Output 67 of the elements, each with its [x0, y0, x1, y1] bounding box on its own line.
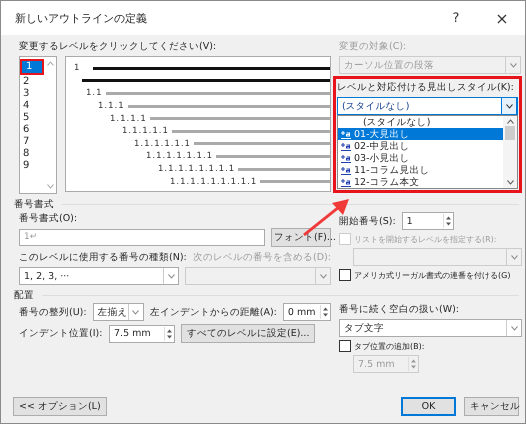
- style-option[interactable]: 02-中見出し: [338, 140, 503, 152]
- preview-number: 1.1.1.1.1.1.1.1.1: [170, 176, 258, 187]
- legal-numbering-checkbox[interactable]: アメリカ式リーガル書式の連番を付ける(G): [339, 269, 522, 281]
- caret-icon: [506, 104, 512, 108]
- preview-number: 1.1.1.1.1.1: [134, 138, 191, 149]
- style-option[interactable]: 03-小見出し: [338, 152, 503, 164]
- caret-icon: [168, 274, 174, 278]
- spin-arrows-icon[interactable]: [442, 214, 453, 228]
- level-item[interactable]: 8: [20, 148, 40, 160]
- scroll-up-icon[interactable]: [506, 119, 514, 124]
- close-button[interactable]: ×: [479, 2, 525, 34]
- alignment-label: 番号の整列(U):: [19, 306, 87, 318]
- preview-number: 1: [74, 63, 80, 74]
- level-item[interactable]: 1: [22, 61, 42, 73]
- style-option[interactable]: (スタイルなし): [338, 116, 503, 128]
- follow-number-label: 番号に続く空白の扱い(W):: [339, 303, 460, 316]
- help-button[interactable]: ?: [433, 2, 479, 34]
- level-list-label: 変更するレベルをクリックしてください(V):: [19, 40, 218, 53]
- add-tab-checkbox[interactable]: タブ位置の追加(B):: [339, 340, 522, 352]
- level-item[interactable]: 2: [20, 76, 40, 88]
- caret-icon: [510, 62, 516, 68]
- restart-level-dropdown[interactable]: [353, 248, 522, 266]
- options-button[interactable]: << オプション(L): [13, 397, 107, 416]
- level-item[interactable]: 4: [20, 100, 40, 112]
- start-number-spinner[interactable]: 1: [402, 212, 454, 230]
- section-heading: 番号書式: [14, 198, 54, 211]
- window-title: 新しいアウトラインの定義: [15, 10, 148, 26]
- scroll-down-icon[interactable]: [506, 180, 514, 185]
- scrollbar-thumb[interactable]: [505, 126, 515, 140]
- level-item[interactable]: 6: [20, 124, 40, 136]
- style-option[interactable]: 01-大見出し: [338, 128, 503, 140]
- preview-number: 1.1: [86, 88, 103, 98]
- heading-style-label: レベルと対応付ける見出しスタイル(K):: [337, 81, 515, 94]
- preview-number: 1.1.1.1.1.1.1.1: [158, 164, 236, 174]
- number-style-label: このレベルに使用する番号の種類(N):: [19, 251, 187, 264]
- apply-all-levels-button[interactable]: すべてのレベルに設定(E)...: [181, 324, 316, 343]
- include-level-label: 次のレベルの番号を含める(D):: [193, 251, 331, 264]
- heading-style-dropdown[interactable]: (スタイルなし): [337, 97, 518, 115]
- caret-icon: [320, 274, 326, 278]
- spin-arrows-icon[interactable]: [164, 326, 174, 340]
- preview-number: 1.1.1.1: [110, 114, 147, 124]
- spin-arrows-icon[interactable]: [320, 305, 330, 319]
- preview-number: 1.1.1.1.1.1.1: [146, 151, 214, 162]
- ok-button[interactable]: OK: [401, 397, 456, 416]
- indent-distance-label: 左インデントからの距離(A):: [150, 306, 277, 318]
- apply-to-label: 変更の対象(C):: [339, 40, 408, 53]
- level-item[interactable]: 7: [20, 136, 40, 148]
- start-number-label: 開始番号(S):: [339, 214, 396, 228]
- level-item[interactable]: 9: [20, 160, 40, 172]
- caret-icon: [132, 310, 140, 314]
- level-item[interactable]: 5: [20, 112, 40, 124]
- level-item[interactable]: 3: [20, 88, 40, 100]
- number-format-label: 番号書式(O):: [19, 212, 78, 225]
- number-style-dropdown[interactable]: 1, 2, 3, ···: [19, 267, 179, 285]
- style-option[interactable]: 12-コラム本文: [338, 176, 503, 188]
- preview-number: 1.1.1: [98, 101, 125, 112]
- follow-number-dropdown[interactable]: タブ文字: [339, 319, 522, 337]
- preview-number: 1.1.1.1.1: [122, 126, 169, 136]
- indent-position-spinner[interactable]: 7.5 mm: [109, 324, 175, 342]
- caret-icon: [510, 326, 518, 330]
- alignment-dropdown[interactable]: 左揃え: [92, 303, 144, 321]
- style-option[interactable]: 11-コラム見出し: [338, 164, 503, 176]
- indent-distance-spinner[interactable]: 0 mm: [282, 303, 331, 321]
- indent-position-label: インデント位置(I):: [19, 327, 103, 340]
- section-heading: 配置: [14, 289, 34, 302]
- caret-icon: [510, 254, 518, 260]
- cancel-button[interactable]: キャンセル: [464, 397, 519, 416]
